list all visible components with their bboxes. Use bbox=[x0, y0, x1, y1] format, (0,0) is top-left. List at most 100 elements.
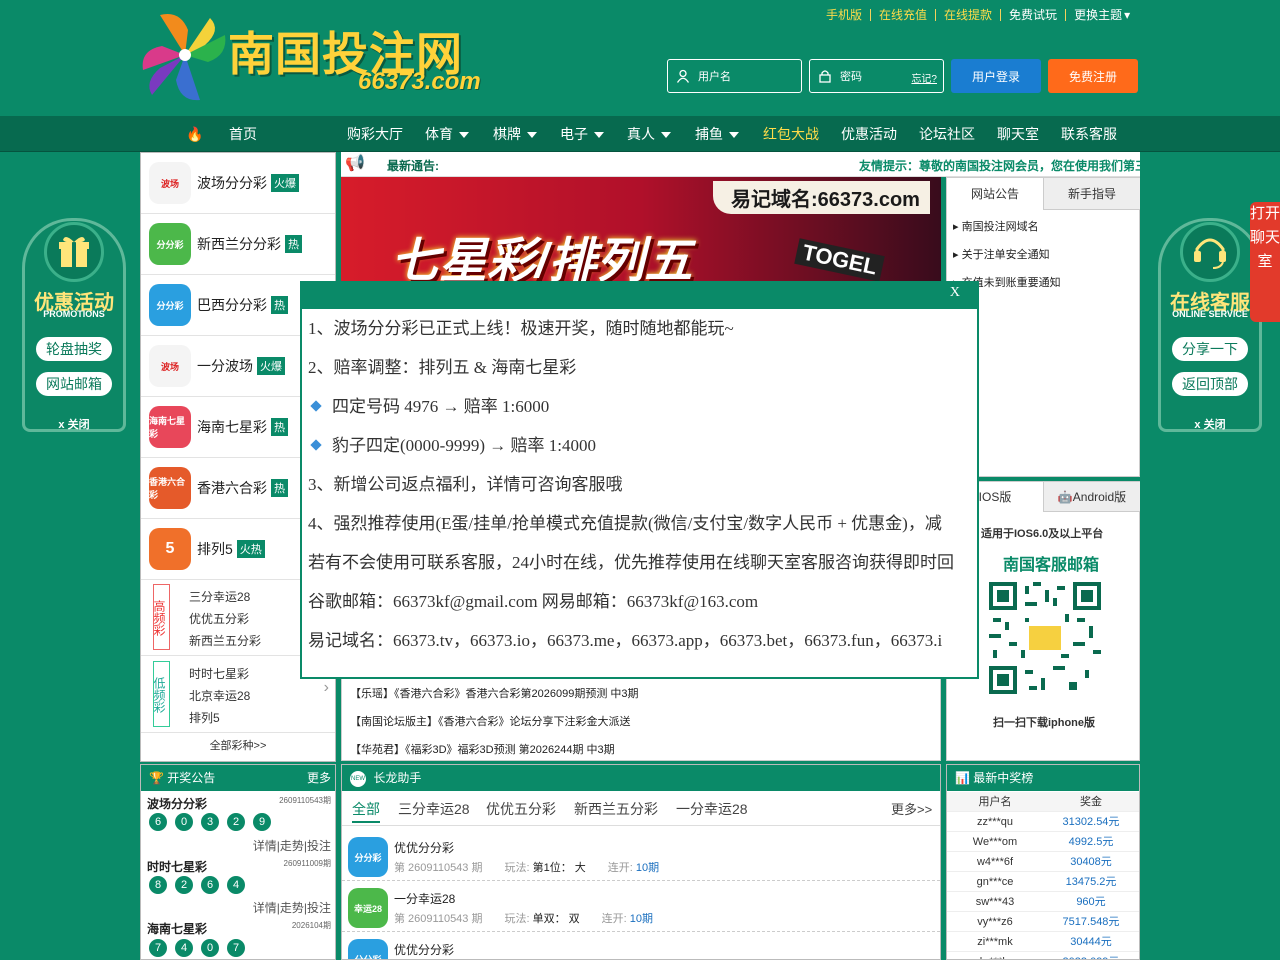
lottery-icon: 幸运28 bbox=[348, 888, 388, 928]
service-float-subtitle: ONLINE SERVICE bbox=[1172, 309, 1248, 319]
diamond-bullet-icon bbox=[310, 439, 322, 451]
lottery-link[interactable]: 时时七星彩 bbox=[189, 663, 250, 685]
streak-row[interactable]: 分分彩 优优分分彩 第 2609110543 期 玩法: 第1位： 大 连开: … bbox=[342, 831, 940, 881]
modal-bullet: 四定号码 4976 → 赔率 1:6000 bbox=[308, 387, 977, 426]
draw-more-link[interactable]: 更多 bbox=[307, 765, 331, 791]
streak-period: 第 2609110543 期 bbox=[394, 862, 483, 874]
all-lotteries-link[interactable]: 全部彩种>> bbox=[141, 737, 335, 753]
open-chatroom-tab[interactable]: 打开聊天室 bbox=[1250, 202, 1280, 322]
caret-down-icon bbox=[661, 132, 671, 139]
nav-chatroom[interactable]: 聊天室 bbox=[997, 116, 1039, 152]
withdraw-link[interactable]: 在线提款 bbox=[936, 9, 1002, 21]
free-trial-link[interactable]: 免费试玩 bbox=[1001, 9, 1067, 21]
close-promo-float[interactable]: x 关闭 bbox=[22, 416, 126, 432]
nav-contact[interactable]: 联系客服 bbox=[1061, 116, 1117, 152]
caret-down-icon bbox=[729, 132, 739, 139]
recharge-link[interactable]: 在线充值 bbox=[871, 9, 937, 21]
news-item[interactable]: 【华苑君】《福彩3D》福彩3D预测 第2026244期 中3期 bbox=[350, 741, 615, 757]
modal-line: 易记域名：66373.tv，66373.io，66373.me，66373.ap… bbox=[308, 631, 943, 650]
result-ball: 4 bbox=[227, 876, 245, 894]
tab-streak[interactable]: 三分幸运28 bbox=[398, 799, 470, 819]
modal-close-button[interactable]: X bbox=[950, 285, 960, 301]
lottery-name: 海南七星彩 bbox=[197, 419, 267, 435]
password-input[interactable]: 密码 忘记? bbox=[809, 59, 944, 93]
hot-badge: 火爆 bbox=[257, 357, 285, 375]
tab-streak[interactable]: 一分幸运28 bbox=[676, 799, 748, 819]
modal-line: 1、波场分分彩已正式上线！极速开奖，随时随地都能玩~ bbox=[308, 319, 734, 338]
nav-forum[interactable]: 论坛社区 bbox=[919, 116, 975, 152]
streak-more-link[interactable]: 更多>> bbox=[891, 799, 932, 818]
announcement-item[interactable]: ▸ 关于注单安全通知 bbox=[953, 246, 1050, 262]
notice-bar: 📢 最新通告: 友情提示：尊敬的南国投注网会员，您在使用我们第三 bbox=[341, 152, 1141, 177]
lottery-link[interactable]: 新西兰五分彩 bbox=[189, 630, 261, 652]
nav-sports[interactable]: 体育 bbox=[425, 116, 469, 152]
streak-info: 第 2609110543 期 玩法: 第1位： 大 连开: 10期 bbox=[394, 859, 659, 875]
winner-amount: 30444元 bbox=[1070, 936, 1112, 948]
register-button[interactable]: 免费注册 bbox=[1048, 59, 1138, 93]
new-badge-icon: NEW bbox=[350, 770, 366, 787]
roulette-button[interactable]: 轮盘抽奖 bbox=[36, 337, 112, 361]
tab-android-label: Android版 bbox=[1072, 490, 1127, 504]
tab-streak[interactable]: 新西兰五分彩 bbox=[574, 799, 658, 819]
draw-links[interactable]: 详情|走势|投注 bbox=[253, 837, 331, 854]
winner-amount: 2033.099元 bbox=[1043, 952, 1139, 959]
banner-togel: TOGEL bbox=[794, 238, 886, 282]
result-ball: 9 bbox=[253, 813, 271, 831]
draw-links[interactable]: 详情|走势|投注 bbox=[253, 899, 331, 916]
nav-home[interactable]: 首页 bbox=[229, 116, 257, 152]
modal-line: 2、赔率调整：排列五 & 海南七星彩 bbox=[308, 358, 577, 377]
winner-row: hr***lv2033.099元 bbox=[947, 952, 1139, 959]
share-button[interactable]: 分享一下 bbox=[1172, 337, 1248, 361]
forgot-password-link[interactable]: 忘记? bbox=[911, 70, 937, 85]
nav-slots-label: 电子 bbox=[560, 126, 588, 142]
mobile-link[interactable]: 手机版 bbox=[818, 9, 872, 21]
notice-marquee[interactable]: 友情提示：尊敬的南国投注网会员，您在使用我们第三 bbox=[859, 157, 1141, 174]
tab-newbie-guide[interactable]: 新手指导 bbox=[1043, 178, 1140, 210]
draw-results-title: 开奖公告 bbox=[167, 771, 216, 785]
modal-line: 四定号码 4976 → 赔率 1:6000 bbox=[332, 397, 550, 416]
nav-chess[interactable]: 棋牌 bbox=[493, 116, 537, 152]
lottery-link[interactable]: 优优五分彩 bbox=[189, 608, 261, 630]
nav-fishing[interactable]: 捕鱼 bbox=[695, 116, 739, 152]
lottery-link[interactable]: 三分幸运28 bbox=[189, 586, 261, 608]
lottery-item[interactable]: 分分彩 新西兰分分彩 热 bbox=[141, 214, 335, 275]
news-item[interactable]: 【南国论坛版主】《香港六合彩》论坛分享下注彩金大派送 bbox=[350, 713, 631, 729]
chevron-right-icon[interactable]: › bbox=[324, 679, 329, 697]
lottery-item[interactable]: 波场 波场分分彩 火爆 bbox=[141, 153, 335, 214]
tab-android[interactable]: 🤖Android版 bbox=[1043, 482, 1140, 512]
username-input[interactable]: 用户名 bbox=[667, 59, 802, 93]
winner-row: sw***43 960元 bbox=[947, 892, 1139, 912]
bar-chart-icon: 📊 bbox=[955, 771, 970, 785]
winner-amount: 13475.2元 bbox=[1065, 876, 1117, 888]
tab-site-notice[interactable]: 网站公告 bbox=[947, 178, 1043, 210]
winner-amount: 7517.548元 bbox=[1062, 916, 1120, 928]
lottery-link[interactable]: 排列5 bbox=[189, 707, 250, 729]
close-service-float[interactable]: x 关闭 bbox=[1158, 416, 1262, 432]
nav-sports-label: 体育 bbox=[425, 126, 453, 142]
tab-all[interactable]: 全部 bbox=[352, 799, 380, 823]
change-theme-link[interactable]: 更换主题 ▾ bbox=[1066, 9, 1138, 21]
tab-streak[interactable]: 优优五分彩 bbox=[486, 799, 556, 819]
promo-banner[interactable]: 易记域名:66373.com 七星彩/排列五 TOGEL bbox=[341, 177, 941, 282]
news-item[interactable]: 【乐瑶】《香港六合彩》香港六合彩第2026099期预测 中3期 bbox=[350, 685, 639, 701]
nav-red-packet[interactable]: 红包大战 bbox=[763, 116, 819, 152]
site-mailbox-button[interactable]: 网站邮箱 bbox=[36, 372, 112, 396]
caret-down-icon bbox=[459, 132, 469, 139]
nav-live[interactable]: 真人 bbox=[627, 116, 671, 152]
back-to-top-button[interactable]: 返回顶部 bbox=[1172, 372, 1248, 396]
login-button[interactable]: 用户登录 bbox=[951, 59, 1041, 93]
streak-row[interactable]: 分分彩 优优分分彩 bbox=[342, 933, 940, 959]
lottery-link[interactable]: 北京幸运28 bbox=[189, 685, 250, 707]
headset-icon bbox=[1180, 222, 1240, 282]
streak-row[interactable]: 幸运28 一分幸运28 第 2609110543 期 玩法: 单双： 双 连开:… bbox=[342, 882, 940, 932]
site-logo[interactable]: 南国投注网 66373.com bbox=[140, 10, 490, 105]
change-theme-label: 更换主题 bbox=[1074, 8, 1123, 22]
hot-badge: 热 bbox=[271, 296, 288, 314]
result-ball: 3 bbox=[201, 813, 219, 831]
modal-body: 1、波场分分彩已正式上线！极速开奖，随时随地都能玩~ 2、赔率调整：排列五 & … bbox=[308, 309, 977, 660]
lottery-icon: 波场 bbox=[149, 162, 191, 204]
nav-lottery-hall[interactable]: 购彩大厅 bbox=[347, 116, 403, 152]
nav-slots[interactable]: 电子 bbox=[560, 116, 604, 152]
nav-promotions[interactable]: 优惠活动 bbox=[841, 116, 897, 152]
announcement-item[interactable]: ▸ 南国投注网域名 bbox=[953, 218, 1039, 234]
